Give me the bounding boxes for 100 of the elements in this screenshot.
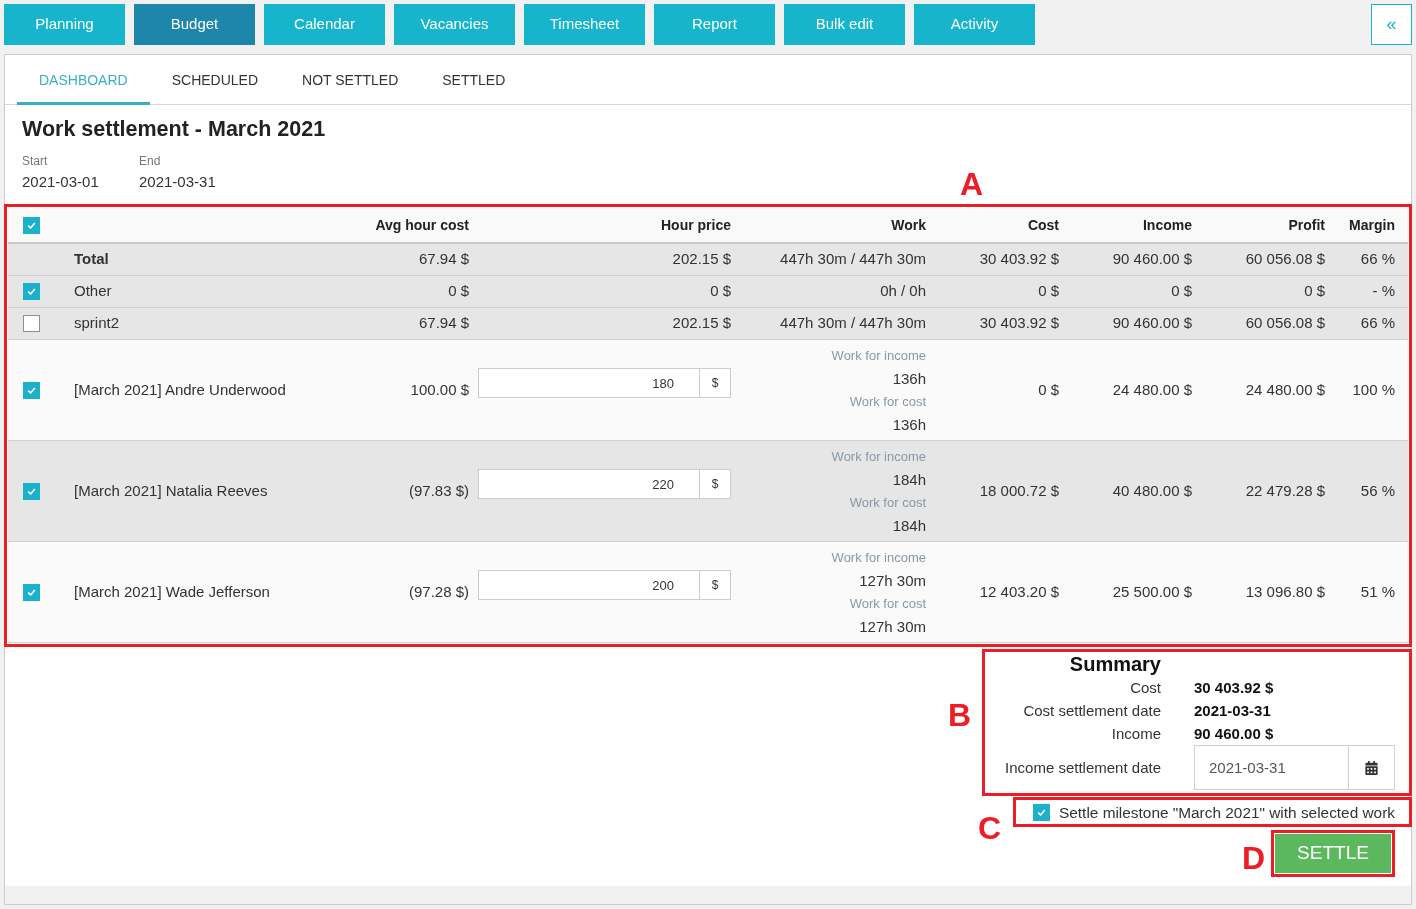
settle-button[interactable]: SETTLE xyxy=(1275,834,1391,873)
table-cell-text: 136h xyxy=(892,415,926,435)
table-cell-text: Total xyxy=(74,249,109,270)
sub-tab[interactable]: SCHEDULED xyxy=(149,55,281,105)
table-cell-text: 67.94 $ xyxy=(418,249,469,270)
calendar-button[interactable] xyxy=(1349,745,1395,790)
table-cell-text: 40 480.00 $ xyxy=(1112,480,1192,501)
work-caption: Work for cost xyxy=(849,393,926,411)
summary-label: Income settlement date xyxy=(1004,758,1161,778)
check-icon xyxy=(27,386,36,394)
table-cell-text: - % xyxy=(1372,281,1395,302)
table-cell-text: 90 460.00 $ xyxy=(1112,313,1192,334)
work-caption: Work for income xyxy=(831,448,926,466)
table-cell-text: 447h 30m / 447h 30m xyxy=(780,249,926,270)
table-cell-text: [March 2021] Natalia Reeves xyxy=(74,480,268,501)
table-cell-text: 136h xyxy=(892,369,926,389)
summary-label: Income xyxy=(1110,724,1161,744)
column-header: Cost xyxy=(1027,215,1059,235)
table-cell-text: 0h / 0h xyxy=(880,281,926,302)
summary-value: 90 460.00 $ xyxy=(1194,724,1275,744)
hour-price-input[interactable]: 220 xyxy=(478,469,700,499)
nav-tab[interactable]: Bulk edit xyxy=(784,4,905,45)
callout-letter: C xyxy=(978,812,1002,844)
column-header: Work xyxy=(891,215,926,235)
checkbox[interactable] xyxy=(1033,803,1050,821)
table-cell-text: (97.83 $) xyxy=(408,480,469,501)
checkbox[interactable] xyxy=(23,381,40,399)
checkbox[interactable] xyxy=(23,216,40,234)
field-label: Start xyxy=(22,153,48,169)
table-cell-text: 30 403.92 $ xyxy=(979,249,1059,270)
table-cell-text: 0 $ xyxy=(710,281,731,302)
field-value: 2021-03-31 xyxy=(139,172,216,192)
nav-tab[interactable]: Vacancies xyxy=(394,4,515,45)
column-header: Profit xyxy=(1288,215,1325,235)
table-cell-text: [March 2021] Wade Jefferson xyxy=(74,581,270,602)
sub-tab[interactable]: NOT SETTLED xyxy=(280,55,421,105)
checkbox[interactable] xyxy=(23,315,40,332)
table-cell-text: 24 480.00 $ xyxy=(1112,379,1192,400)
column-header: Avg hour cost xyxy=(375,215,469,235)
table-cell-text: 30 403.92 $ xyxy=(979,313,1059,334)
table-cell-text: 127h 30m xyxy=(859,571,926,591)
hour-price-input[interactable]: 200 xyxy=(478,570,700,600)
table-cell-text: 202.15 $ xyxy=(672,313,731,334)
calendar-icon xyxy=(1365,760,1378,775)
nav-tab[interactable]: Report xyxy=(654,4,775,45)
column-header: Hour price xyxy=(661,215,731,235)
summary-title: Summary xyxy=(1068,653,1161,676)
table-cell-text: sprint2 xyxy=(74,313,120,334)
check-icon xyxy=(27,288,36,295)
sub-tab[interactable]: DASHBOARD xyxy=(17,55,150,105)
nav-tab[interactable]: Budget xyxy=(134,4,255,45)
table-cell-text: 202.15 $ xyxy=(672,249,731,270)
checkbox[interactable] xyxy=(23,583,40,601)
table-cell-text: 184h xyxy=(892,470,926,490)
checkbox[interactable] xyxy=(23,482,40,500)
work-caption: Work for cost xyxy=(849,494,926,512)
table-cell-text: 22 479.28 $ xyxy=(1245,480,1325,501)
page-title: Work settlement - March 2021 xyxy=(22,116,327,143)
table-cell-text: 67.94 $ xyxy=(418,313,469,334)
callout-letter: A xyxy=(960,168,984,200)
table-cell-text: 18 000.72 $ xyxy=(979,480,1059,501)
sub-tab[interactable]: SETTLED xyxy=(420,55,528,105)
table-cell-text: 447h 30m / 447h 30m xyxy=(780,313,926,334)
field-value: 2021-03-01 xyxy=(22,172,99,192)
currency-addon: $ xyxy=(700,368,731,398)
date-input[interactable]: 2021-03-31 xyxy=(1194,745,1349,790)
summary-label: Cost xyxy=(1129,678,1161,698)
checkbox[interactable] xyxy=(23,283,40,300)
currency-addon: $ xyxy=(700,469,731,499)
summary-value: 30 403.92 $ xyxy=(1194,678,1275,698)
callout-letter: D xyxy=(1242,842,1266,874)
table-cell-text: 0 $ xyxy=(1038,281,1059,302)
hour-price-input[interactable]: 180 xyxy=(478,368,700,398)
nav-tab[interactable]: Calendar xyxy=(264,4,385,45)
table-cell-text: 0 $ xyxy=(1038,379,1059,400)
column-header: Income xyxy=(1143,215,1192,235)
nav-tab[interactable]: Timesheet xyxy=(524,4,645,45)
table-cell-text: 24 480.00 $ xyxy=(1245,379,1325,400)
table-cell-text: 25 500.00 $ xyxy=(1112,581,1192,602)
nav-tab[interactable]: Planning xyxy=(4,4,125,45)
table-cell-text: 184h xyxy=(892,516,926,536)
check-icon xyxy=(27,487,36,495)
table-cell-text: 0 $ xyxy=(448,281,469,302)
currency-addon: $ xyxy=(700,570,731,600)
table-cell-text: 60 056.08 $ xyxy=(1245,313,1325,334)
table-cell-text: [March 2021] Andre Underwood xyxy=(74,379,286,400)
table-cell-text: (97.28 $) xyxy=(408,581,469,602)
check-icon xyxy=(1037,808,1046,816)
summary-value: 2021-03-31 xyxy=(1194,701,1272,721)
collapse-button[interactable]: « xyxy=(1371,4,1412,45)
table-cell-text: 60 056.08 $ xyxy=(1245,249,1325,270)
table-cell-text: 127h 30m xyxy=(859,617,926,637)
nav-tab[interactable]: Activity xyxy=(914,4,1035,45)
table-cell-text: 100.00 $ xyxy=(410,379,469,400)
column-header: Margin xyxy=(1349,215,1395,235)
checkbox-label: Settle milestone "March 2021" with selected work xyxy=(1059,804,1395,820)
table-cell-text: 90 460.00 $ xyxy=(1112,249,1192,270)
work-caption: Work for cost xyxy=(849,595,926,613)
table-cell-text: 13 096.80 $ xyxy=(1245,581,1325,602)
table-cell-text: 66 % xyxy=(1360,313,1395,334)
